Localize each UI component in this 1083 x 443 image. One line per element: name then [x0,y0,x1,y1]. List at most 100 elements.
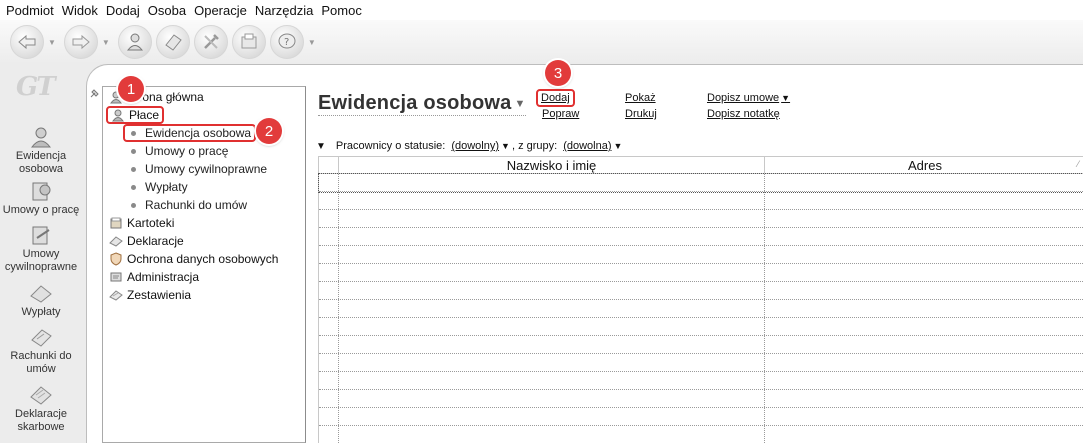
table-cell[interactable] [338,264,764,281]
main-content: Ewidencja osobowa ▼ Dodaj Popraw Pokaż D… [312,86,1083,443]
tree-item-deklaracje[interactable]: Deklaracje [109,232,184,250]
table-cell[interactable] [764,390,1083,407]
tree-item-place[interactable]: Płace [106,106,165,124]
table-cell[interactable] [764,264,1083,281]
menu-podmiot[interactable]: Podmiot [6,3,54,18]
tree-item-kartoteki[interactable]: Kartoteki [109,214,174,232]
pokaz-link[interactable]: Pokaż [625,92,656,104]
leftnav-rachunki-do-umow[interactable]: Rachunki do umów [0,326,82,376]
menu-widok[interactable]: Widok [62,3,98,18]
table-cell[interactable] [338,192,764,209]
table-cell[interactable] [338,246,764,263]
table-cell[interactable] [338,174,764,191]
help-dropdown-icon[interactable]: ▼ [308,38,316,47]
tools-button[interactable] [193,25,228,59]
menu-osoba[interactable]: Osoba [148,3,186,18]
bill-icon [31,329,52,347]
table-cell[interactable] [764,372,1083,389]
table-cell[interactable] [764,192,1083,209]
column-header-adres[interactable]: Adres ⁄ [764,157,1083,174]
table-row[interactable] [319,228,1083,246]
table-cell[interactable] [338,282,764,299]
table-cell[interactable] [338,408,764,425]
table-cell[interactable] [338,210,764,227]
table-cell[interactable] [764,300,1083,317]
table-cell[interactable] [764,246,1083,263]
table-row[interactable] [319,390,1083,408]
popraw-link[interactable]: Popraw [542,108,579,120]
tree-item-ochrona-danych-osobowych[interactable]: Ochrona danych osobowych [109,250,278,268]
leftnav-ewidencja-osobowa[interactable]: Ewidencja osobowa [0,126,82,176]
table-row[interactable] [319,246,1083,264]
leftnav-wyplaty[interactable]: Wypłaty [0,282,82,319]
table-cell[interactable] [338,336,764,353]
tree-item-administracja[interactable]: Administracja [109,268,199,286]
table-cell[interactable] [338,372,764,389]
table-cell[interactable] [764,228,1083,245]
forward-dropdown-icon[interactable]: ▼ [102,38,110,47]
table-cell[interactable] [764,210,1083,227]
title-dropdown-icon[interactable]: ▼ [514,98,525,110]
dopisz-umowe-label: Dopisz umowe [707,92,780,104]
help-button[interactable]: ? [269,25,304,59]
filter-toggle-icon[interactable]: ▼ [316,141,326,152]
person-icon [126,33,143,51]
table-cell[interactable] [764,426,1083,443]
tree-item-zestawienia[interactable]: Zestawienia [109,286,191,304]
forward-button[interactable] [63,25,98,59]
table-cell[interactable] [764,408,1083,425]
status-select[interactable]: (dowolny) [451,140,499,152]
tree-subitem-ewidencja-osobowa[interactable]: Ewidencja osobowa [123,124,257,142]
table-row[interactable] [319,210,1083,228]
table-cell[interactable] [338,426,764,443]
table-row[interactable] [319,372,1083,390]
eraser-button[interactable] [155,25,190,59]
person-button[interactable] [117,25,152,59]
leftnav-deklaracje-skarbowe[interactable]: Deklaracje skarbowe [0,384,82,434]
back-button[interactable] [10,25,44,59]
menu-narzedzia[interactable]: Narzędzia [255,3,314,18]
table-row[interactable] [319,354,1083,372]
table-cell[interactable] [338,318,764,335]
menu-dodaj[interactable]: Dodaj [106,3,140,18]
table-cell[interactable] [338,354,764,371]
table-row[interactable] [319,426,1083,443]
table-row[interactable] [318,173,1083,193]
table-cell[interactable] [764,336,1083,353]
group-select[interactable]: (dowolna) [563,140,611,152]
table-row[interactable] [319,318,1083,336]
table-row[interactable] [319,408,1083,426]
back-dropdown-icon[interactable]: ▼ [48,38,56,47]
menu-operacje[interactable]: Operacje [194,3,247,18]
table-cell[interactable] [764,282,1083,299]
chevron-down-icon[interactable]: ▼ [614,141,623,151]
dopisz-umowe-link[interactable]: Dopisz umowe ▼ [707,92,790,104]
table-cell[interactable] [338,228,764,245]
pin-icon[interactable] [89,87,101,99]
leftnav-umowy-cywilnoprawne[interactable]: Umowy cywilnoprawne [0,224,82,274]
table-cell[interactable] [764,354,1083,371]
table-row[interactable] [319,192,1083,210]
table-row[interactable] [319,282,1083,300]
tree-subitem-umowy-cywilnoprawne[interactable]: Umowy cywilnoprawne [131,160,267,178]
dodaj-link[interactable]: Dodaj [536,89,575,107]
drukuj-link[interactable]: Drukuj [625,108,657,120]
table-row[interactable] [319,264,1083,282]
table-cell[interactable] [764,318,1083,335]
leftnav-umowy-o-prace[interactable]: Umowy o pracę [0,180,82,217]
chevron-down-icon[interactable]: ▼ [501,141,510,151]
table-cell[interactable] [764,174,1083,191]
scanner-button[interactable] [231,25,266,59]
leftnav-label: Umowy cywilnoprawne [4,248,78,273]
table-cell[interactable] [338,300,764,317]
tree-subitem-umowy-o-prace[interactable]: Umowy o pracę [131,142,228,160]
table-row[interactable] [319,336,1083,354]
dopisz-notatke-link[interactable]: Dopisz notatkę [707,108,780,120]
page-title[interactable]: Ewidencja osobowa ▼ [318,92,526,116]
table-cell[interactable] [338,390,764,407]
table-row[interactable] [319,300,1083,318]
column-header-nazwisko[interactable]: Nazwisko i imię [338,157,764,174]
tree-subitem-wyplaty[interactable]: Wypłaty [131,178,188,196]
tree-subitem-rachunki-do-umow[interactable]: Rachunki do umów [131,196,247,214]
menu-pomoc[interactable]: Pomoc [321,3,361,18]
